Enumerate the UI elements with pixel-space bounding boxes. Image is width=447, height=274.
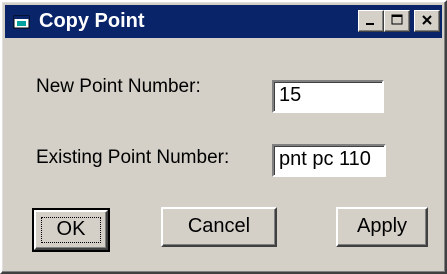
existing-point-number-label: Existing Point Number:	[36, 147, 230, 168]
maximize-button[interactable]	[384, 10, 410, 32]
copy-point-dialog: Copy Point New Point Number: 15 Existing…	[0, 0, 447, 274]
close-button[interactable]	[414, 10, 440, 32]
title-bar[interactable]: Copy Point	[5, 5, 442, 38]
close-icon	[422, 15, 432, 25]
maximize-icon	[391, 14, 403, 25]
new-point-number-input[interactable]: 15	[272, 80, 384, 113]
new-point-number-label: New Point Number:	[36, 76, 201, 97]
focus-rectangle	[41, 217, 101, 243]
app-window-icon	[13, 13, 31, 29]
ok-button[interactable]: OK	[32, 208, 110, 252]
cancel-button[interactable]: Cancel	[161, 207, 277, 247]
cancel-button-label: Cancel	[187, 215, 251, 237]
apply-button[interactable]: Apply	[336, 207, 428, 247]
minimize-button[interactable]	[358, 10, 384, 32]
apply-button-label: Apply	[356, 215, 408, 237]
minimize-icon	[366, 23, 374, 25]
window-title: Copy Point	[39, 10, 145, 32]
existing-point-number-input[interactable]: pnt pc 110	[272, 144, 386, 177]
